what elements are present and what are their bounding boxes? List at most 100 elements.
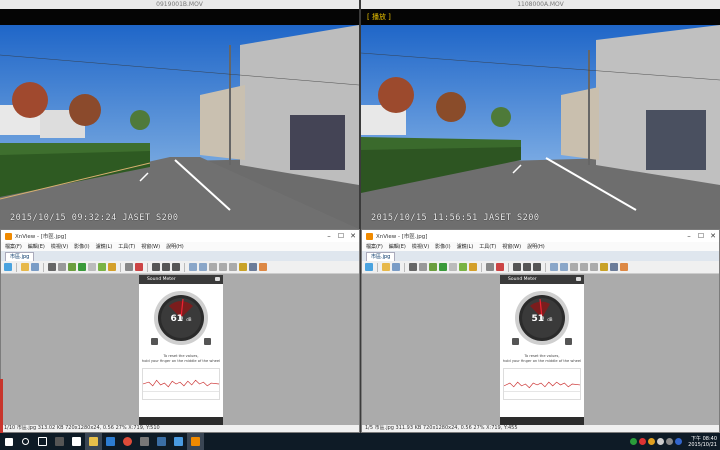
next-icon[interactable] [199, 263, 207, 271]
menu-edit[interactable]: 編輯(E) [389, 243, 406, 250]
video-title: 1108000A.MOV [361, 0, 720, 9]
taskbar-calculator[interactable] [51, 433, 68, 450]
print-icon[interactable] [48, 263, 56, 271]
xnview-window-left[interactable]: XnView - [市區.jpg] – ☐ ✕ 檔案(F) 編輯(E) 檢視(V… [0, 229, 360, 433]
menu-help[interactable]: 說明(H) [166, 243, 184, 250]
taskbar-media[interactable] [153, 433, 170, 450]
slideshow-icon[interactable] [125, 263, 133, 271]
window-titlebar[interactable]: XnView - [市區.jpg] – ☐ ✕ [1, 230, 359, 242]
clock[interactable]: 下午 08:40 2015/10/21 [688, 436, 717, 448]
open-folder-icon[interactable] [21, 263, 29, 271]
search-button[interactable] [17, 433, 34, 450]
convert-icon[interactable] [496, 263, 504, 271]
save-icon[interactable] [392, 263, 400, 271]
settings-icon[interactable] [239, 263, 247, 271]
refresh-icon[interactable] [439, 263, 447, 271]
previous-icon[interactable] [550, 263, 558, 271]
browser-icon[interactable] [4, 263, 12, 271]
close-button[interactable]: ✕ [347, 230, 359, 242]
menu-file[interactable]: 檔案(F) [5, 243, 22, 250]
menu-bar: 檔案(F) 編輯(E) 檢視(V) 影像(I) 濾鏡(L) 工具(T) 視窗(W… [362, 242, 719, 251]
menu-tools[interactable]: 工具(T) [479, 243, 496, 250]
rotate-icon[interactable] [429, 263, 437, 271]
taskbar-app[interactable] [136, 433, 153, 450]
maximize-button[interactable]: ☐ [335, 230, 347, 242]
zoom-out-icon[interactable] [172, 263, 180, 271]
menu-tools[interactable]: 工具(T) [118, 243, 135, 250]
refresh-icon[interactable] [78, 263, 86, 271]
task-view-button[interactable] [34, 433, 51, 450]
menu-edit[interactable]: 編輯(E) [28, 243, 45, 250]
print-icon[interactable] [409, 263, 417, 271]
minimize-button[interactable]: – [683, 230, 695, 242]
menu-window[interactable]: 視窗(W) [502, 243, 521, 250]
fullscreen-icon[interactable] [229, 263, 237, 271]
tab-image[interactable]: 市區.jpg [366, 252, 396, 261]
maximize-button[interactable]: ☐ [695, 230, 707, 242]
taskbar-store[interactable] [68, 433, 85, 450]
menu-image[interactable]: 影像(I) [74, 243, 89, 250]
calculator-icon [55, 437, 64, 446]
copy-icon[interactable] [58, 263, 66, 271]
next-icon[interactable] [560, 263, 568, 271]
menu-help[interactable]: 說明(H) [527, 243, 545, 250]
last-icon[interactable] [580, 263, 588, 271]
adjust-icon[interactable] [459, 263, 467, 271]
taskbar-photos[interactable] [170, 433, 187, 450]
open-folder-icon[interactable] [382, 263, 390, 271]
image-viewport[interactable]: Sound Meter 61 dB To reset the values, h… [1, 274, 359, 428]
window-titlebar[interactable]: XnView - [市區.jpg] – ☐ ✕ [362, 230, 719, 242]
first-icon[interactable] [209, 263, 217, 271]
delete-icon[interactable] [259, 263, 267, 271]
previous-icon[interactable] [189, 263, 197, 271]
slideshow-icon[interactable] [486, 263, 494, 271]
monitor-icon[interactable] [249, 263, 257, 271]
rotate-icon[interactable] [68, 263, 76, 271]
zoom-in-icon[interactable] [152, 263, 160, 271]
monitor-icon[interactable] [610, 263, 618, 271]
save-icon[interactable] [31, 263, 39, 271]
menu-window[interactable]: 視窗(W) [141, 243, 160, 250]
copy-icon[interactable] [419, 263, 427, 271]
start-button[interactable] [0, 433, 17, 450]
tray-network-icon[interactable] [657, 438, 665, 445]
first-icon[interactable] [570, 263, 578, 271]
zoom-out-icon[interactable] [533, 263, 541, 271]
tab-image[interactable]: 市區.jpg [5, 252, 35, 261]
close-button[interactable]: ✕ [707, 230, 719, 242]
fullscreen-icon[interactable] [590, 263, 598, 271]
zoom-fit-icon[interactable] [162, 263, 170, 271]
taskbar-explorer[interactable] [85, 433, 102, 450]
adjust-icon[interactable] [98, 263, 106, 271]
effects-icon[interactable] [469, 263, 477, 271]
zoom-fit-icon[interactable] [523, 263, 531, 271]
tray-green-icon[interactable] [630, 438, 638, 445]
effects-icon[interactable] [108, 263, 116, 271]
menu-view[interactable]: 檢視(V) [51, 243, 68, 250]
taskbar-xnview[interactable] [187, 433, 204, 450]
video-player-left[interactable]: 0919001B.MOV 2015/10/15 09:32:24 JASET S… [0, 0, 359, 229]
zoom-in-icon[interactable] [513, 263, 521, 271]
menu-filter[interactable]: 濾鏡(L) [457, 243, 474, 250]
minimize-button[interactable]: – [323, 230, 335, 242]
tray-red-icon[interactable] [639, 438, 647, 445]
taskbar-edge[interactable] [102, 433, 119, 450]
menu-file[interactable]: 檔案(F) [366, 243, 383, 250]
delete-icon[interactable] [620, 263, 628, 271]
menu-image[interactable]: 影像(I) [435, 243, 450, 250]
taskbar-chrome[interactable] [119, 433, 136, 450]
xnview-window-right[interactable]: XnView - [市區.jpg] – ☐ ✕ 檔案(F) 編輯(E) 檢視(V… [361, 229, 720, 433]
video-player-right[interactable]: 1108000A.MOV [ 播放 ] 2015/10/15 11:56:51 … [361, 0, 720, 229]
settings-icon[interactable] [600, 263, 608, 271]
tray-ime-icon[interactable] [675, 438, 683, 445]
menu-filter[interactable]: 濾鏡(L) [96, 243, 113, 250]
browser-icon[interactable] [365, 263, 373, 271]
tray-yellow-icon[interactable] [648, 438, 656, 445]
tray-volume-icon[interactable] [666, 438, 674, 445]
info-icon[interactable] [449, 263, 457, 271]
image-viewport[interactable]: Sound Meter 51 dB To reset the values, h… [362, 274, 719, 428]
menu-view[interactable]: 檢視(V) [412, 243, 429, 250]
info-icon[interactable] [88, 263, 96, 271]
convert-icon[interactable] [135, 263, 143, 271]
last-icon[interactable] [219, 263, 227, 271]
